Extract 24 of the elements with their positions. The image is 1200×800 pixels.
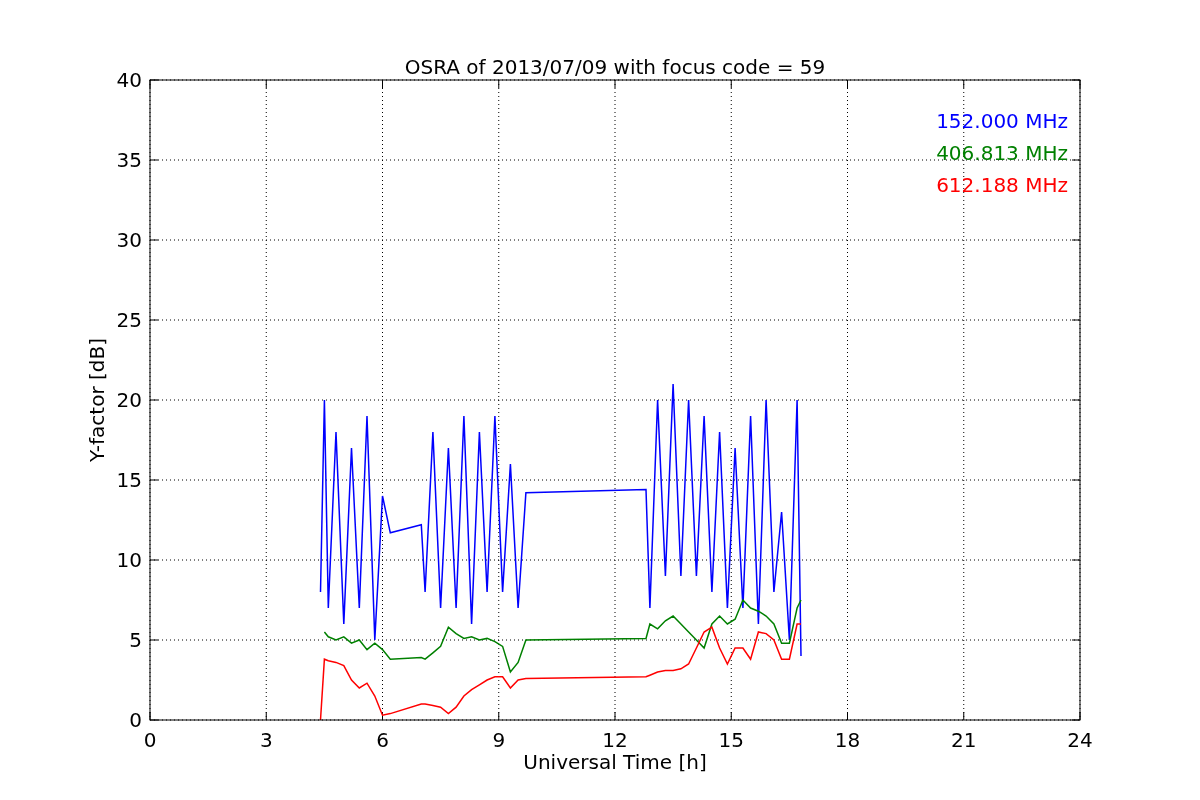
legend-label: 612.188 MHz [936,173,1068,197]
y-tick-label: 40 [116,68,142,92]
x-tick-label: 9 [492,728,506,752]
legend-label: 406.813 MHz [936,141,1068,165]
y-tick-label: 35 [116,148,142,172]
y-tick-label: 30 [116,228,142,252]
y-axis-label: Y-factor [dB] [85,338,109,462]
x-tick-label: 12 [602,728,628,752]
legend-label: 152.000 MHz [936,109,1068,133]
x-tick-label: 24 [1067,728,1093,752]
x-tick-label: 6 [376,728,389,752]
y-tick-label: 25 [116,308,142,332]
y-tick-label: 0 [129,708,142,732]
chart-title: OSRA of 2013/07/09 with focus code = 59 [404,55,826,79]
y-tick-label: 15 [116,468,142,492]
y-tick-label: 5 [129,628,142,652]
x-tick-label: 21 [951,728,977,752]
x-tick-label: 18 [834,728,861,752]
y-tick-label: 20 [116,388,142,412]
x-tick-label: 3 [259,728,273,752]
x-tick-label: 0 [143,728,157,752]
x-axis-label: Universal Time [h] [523,750,707,774]
y-tick-label: 10 [116,548,142,572]
x-tick-label: 15 [718,728,744,752]
